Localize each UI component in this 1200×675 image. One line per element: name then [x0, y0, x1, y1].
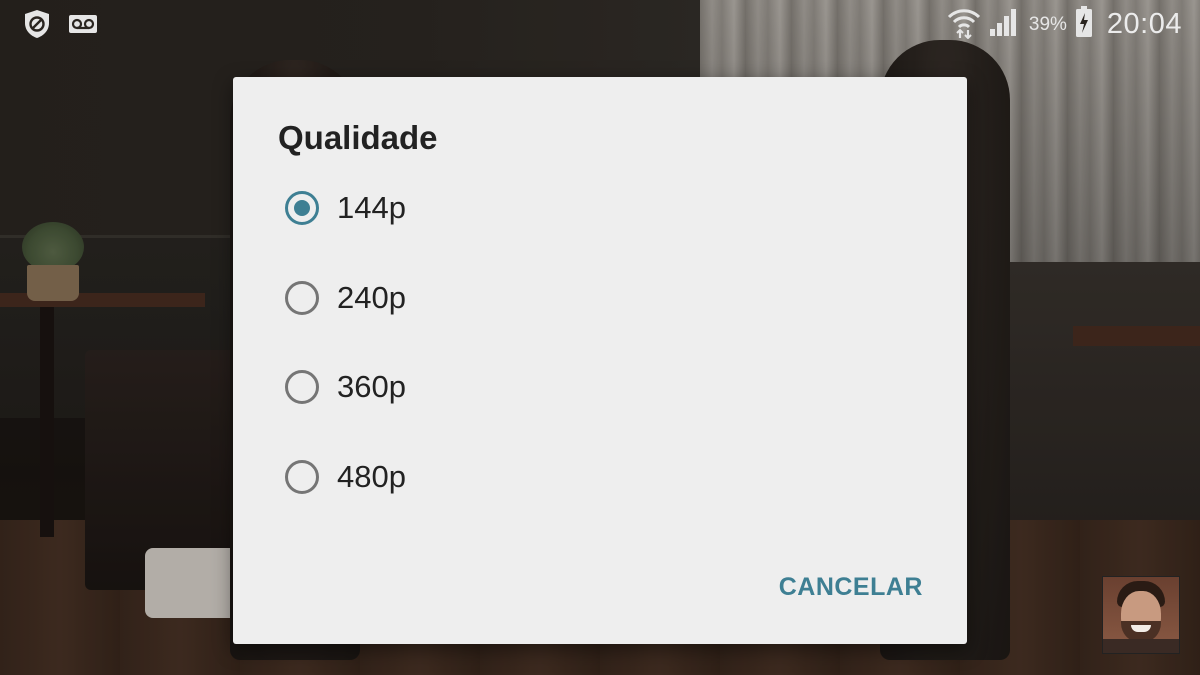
dialog-title: Qualidade [278, 119, 438, 156]
battery-percent: 39% [1028, 13, 1067, 35]
option-label: 480p [337, 459, 406, 494]
signal-icon [989, 7, 1019, 42]
radio-button[interactable] [285, 281, 319, 315]
quality-option-144p[interactable]: 144p [285, 180, 685, 236]
quality-option-480p[interactable]: 480p [285, 449, 685, 505]
option-label: 360p [337, 369, 406, 404]
shield-block-icon [24, 9, 50, 44]
wifi-icon [947, 5, 981, 44]
option-label: 144p [337, 190, 406, 225]
radio-button[interactable] [285, 370, 319, 404]
quality-dialog: Qualidade 144p 240p 360p 480p CANCELAR [233, 77, 967, 644]
battery-charging-icon [1075, 6, 1093, 43]
quality-option-240p[interactable]: 240p [285, 270, 685, 326]
clock: 20:04 [1106, 8, 1182, 40]
status-bar: 39% 20:04 [0, 0, 1200, 46]
quality-option-360p[interactable]: 360p [285, 359, 685, 415]
radio-button[interactable] [285, 460, 319, 494]
option-label: 240p [337, 280, 406, 315]
pip-video-thumbnail[interactable] [1102, 576, 1180, 654]
radio-button[interactable] [285, 191, 319, 225]
cancel-button[interactable]: CANCELAR [779, 573, 923, 602]
voicemail-icon [68, 14, 98, 39]
